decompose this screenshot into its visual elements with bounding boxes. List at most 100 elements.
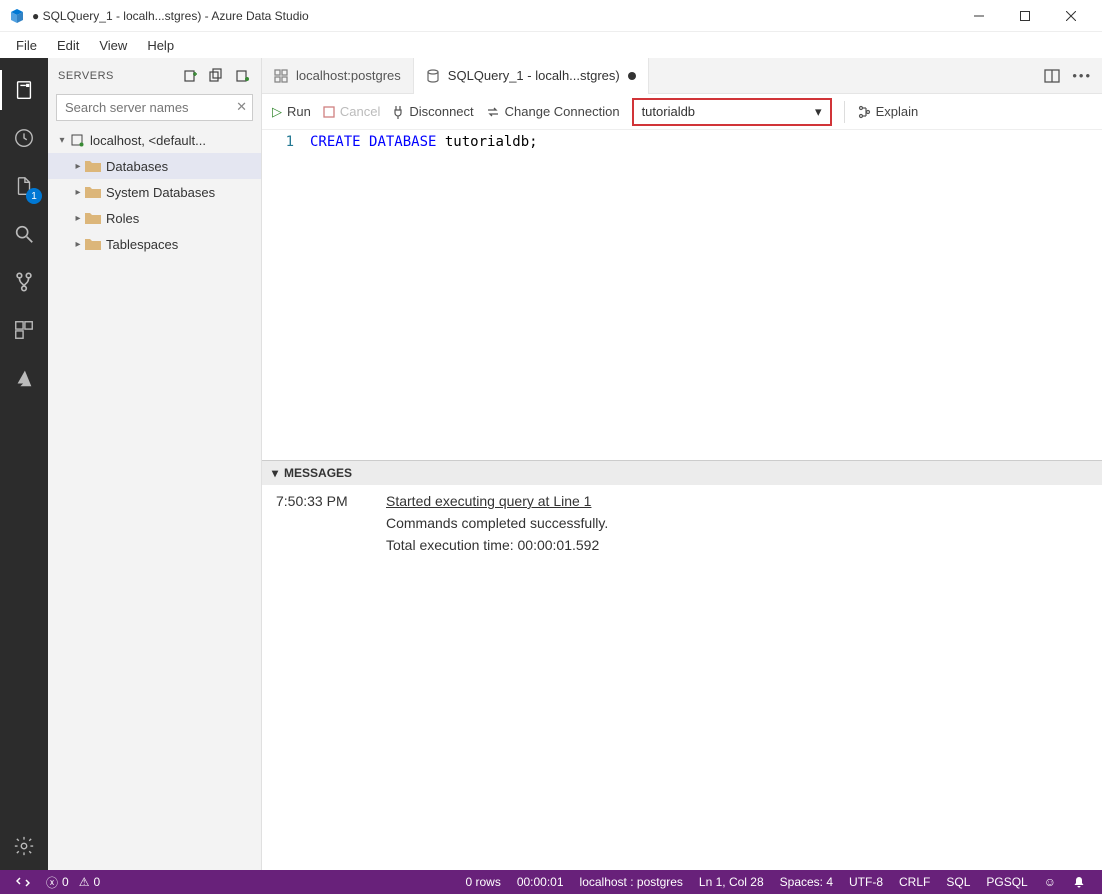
refresh-servers-icon[interactable] [235, 68, 251, 84]
activity-extensions[interactable] [0, 306, 48, 354]
tree-item-databases[interactable]: ▸ Databases [48, 153, 261, 179]
status-eol[interactable]: CRLF [891, 875, 938, 889]
status-connection[interactable]: localhost : postgres [572, 875, 691, 889]
activitybar: 1 [0, 58, 48, 870]
server-tree: ▾ localhost, <default... ▸ Databases ▸ S… [48, 127, 261, 870]
close-button[interactable] [1048, 0, 1094, 32]
activity-history[interactable] [0, 114, 48, 162]
tree-item-roles[interactable]: ▸ Roles [48, 205, 261, 231]
notifications-icon[interactable] [1064, 875, 1094, 889]
split-editor-icon[interactable] [1044, 68, 1060, 84]
more-actions-icon[interactable]: ••• [1072, 68, 1092, 84]
activity-azure[interactable] [0, 354, 48, 402]
menu-file[interactable]: File [6, 36, 47, 55]
menubar: File Edit View Help [0, 32, 1102, 58]
cancel-button[interactable]: Cancel [323, 104, 380, 119]
tree-item-system-databases[interactable]: ▸ System Databases [48, 179, 261, 205]
maximize-button[interactable] [1002, 0, 1048, 32]
tree-server-root[interactable]: ▾ localhost, <default... [48, 127, 261, 153]
status-position[interactable]: Ln 1, Col 28 [691, 875, 772, 889]
tab-sqlquery-1[interactable]: SQLQuery_1 - localh...stgres) [414, 58, 649, 94]
error-icon: ⓧ [46, 874, 58, 891]
sidebar-search: ✕ [48, 94, 261, 127]
disconnect-label: Disconnect [409, 104, 473, 119]
folder-icon [84, 160, 102, 172]
messages-body: 7:50:33 PM Started executing query at Li… [262, 485, 1102, 567]
run-button[interactable]: ▷ Run [272, 104, 311, 120]
menu-help[interactable]: Help [137, 36, 184, 55]
stop-icon [323, 106, 335, 118]
chevron-down-icon: ▾ [272, 466, 278, 480]
activity-servers[interactable] [0, 66, 48, 114]
disconnect-button[interactable]: Disconnect [392, 104, 473, 119]
activity-explorer[interactable]: 1 [0, 162, 48, 210]
message-line-1[interactable]: Started executing query at Line 1 [386, 493, 591, 509]
menu-edit[interactable]: Edit [47, 36, 89, 55]
new-group-icon[interactable] [209, 68, 225, 84]
new-connection-icon[interactable] [183, 68, 199, 84]
tab-localhost-postgres[interactable]: localhost:postgres [262, 58, 414, 94]
app-icon [8, 7, 26, 25]
explorer-badge: 1 [26, 188, 42, 204]
folder-icon [84, 238, 102, 250]
message-line-3: Total execution time: 00:00:01.592 [386, 537, 599, 553]
activity-search[interactable] [0, 210, 48, 258]
status-provider[interactable]: PGSQL [978, 875, 1035, 889]
explain-icon [857, 105, 871, 119]
chevron-right-icon: ▸ [72, 161, 84, 172]
minimize-button[interactable] [956, 0, 1002, 32]
chevron-right-icon: ▸ [72, 239, 84, 250]
query-toolbar: ▷ Run Cancel Disconnect Change Connectio… [262, 94, 1102, 130]
folder-icon [84, 212, 102, 224]
folder-icon [84, 186, 102, 198]
titlebar: ● SQLQuery_1 - localh...stgres) - Azure … [0, 0, 1102, 32]
change-connection-label: Change Connection [505, 104, 620, 119]
activity-settings[interactable] [0, 822, 48, 870]
run-label: Run [287, 104, 311, 119]
database-select[interactable]: tutorialdb ▾ [632, 98, 832, 126]
clear-search-icon[interactable]: ✕ [236, 99, 247, 115]
remote-indicator[interactable] [8, 875, 38, 889]
dashboard-icon [274, 69, 288, 83]
messages-panel: ▾ MESSAGES 7:50:33 PM Started executing … [262, 460, 1102, 870]
status-rows[interactable]: 0 rows [457, 875, 508, 889]
dirty-indicator-icon [628, 72, 636, 80]
feedback-icon[interactable]: ☺ [1036, 875, 1064, 889]
tree-item-label: Roles [106, 211, 139, 226]
chevron-right-icon: ▸ [72, 213, 84, 224]
tree-item-label: Databases [106, 159, 168, 174]
server-icon [68, 133, 86, 147]
explain-button[interactable]: Explain [857, 104, 919, 119]
tab-label: localhost:postgres [296, 68, 401, 83]
window-title: ● SQLQuery_1 - localh...stgres) - Azure … [32, 9, 956, 23]
status-problems[interactable]: ⓧ0 ⚠0 [38, 874, 108, 891]
line-number: 1 [262, 134, 310, 460]
statusbar: ⓧ0 ⚠0 0 rows 00:00:01 localhost : postgr… [0, 870, 1102, 894]
activity-source-control[interactable] [0, 258, 48, 306]
status-language[interactable]: SQL [938, 875, 978, 889]
explain-label: Explain [876, 104, 919, 119]
tree-root-label: localhost, <default... [90, 133, 206, 148]
servers-sidebar: SERVERS ✕ ▾ localhost, <default... ▸ Dat… [48, 58, 262, 870]
status-encoding[interactable]: UTF-8 [841, 875, 891, 889]
disconnect-icon [392, 105, 404, 119]
tab-label: SQLQuery_1 - localh...stgres) [448, 68, 620, 83]
tree-item-label: System Databases [106, 185, 215, 200]
messages-title: MESSAGES [284, 466, 352, 480]
change-connection-button[interactable]: Change Connection [486, 104, 620, 119]
sidebar-header: SERVERS [48, 58, 261, 94]
code-line: CREATE DATABASE tutorialdb; [310, 134, 538, 460]
change-connection-icon [486, 105, 500, 119]
menu-view[interactable]: View [89, 36, 137, 55]
editor-tabs: localhost:postgres SQLQuery_1 - localh..… [262, 58, 1102, 94]
sidebar-title: SERVERS [58, 70, 114, 82]
tree-item-tablespaces[interactable]: ▸ Tablespaces [48, 231, 261, 257]
database-select-value: tutorialdb [642, 104, 695, 119]
code-editor[interactable]: 1 CREATE DATABASE tutorialdb; [262, 130, 1102, 460]
editor-area: localhost:postgres SQLQuery_1 - localh..… [262, 58, 1102, 870]
messages-header[interactable]: ▾ MESSAGES [262, 461, 1102, 485]
search-input[interactable] [56, 94, 253, 121]
status-spaces[interactable]: Spaces: 4 [772, 875, 841, 889]
divider [844, 101, 845, 123]
status-time[interactable]: 00:00:01 [509, 875, 572, 889]
